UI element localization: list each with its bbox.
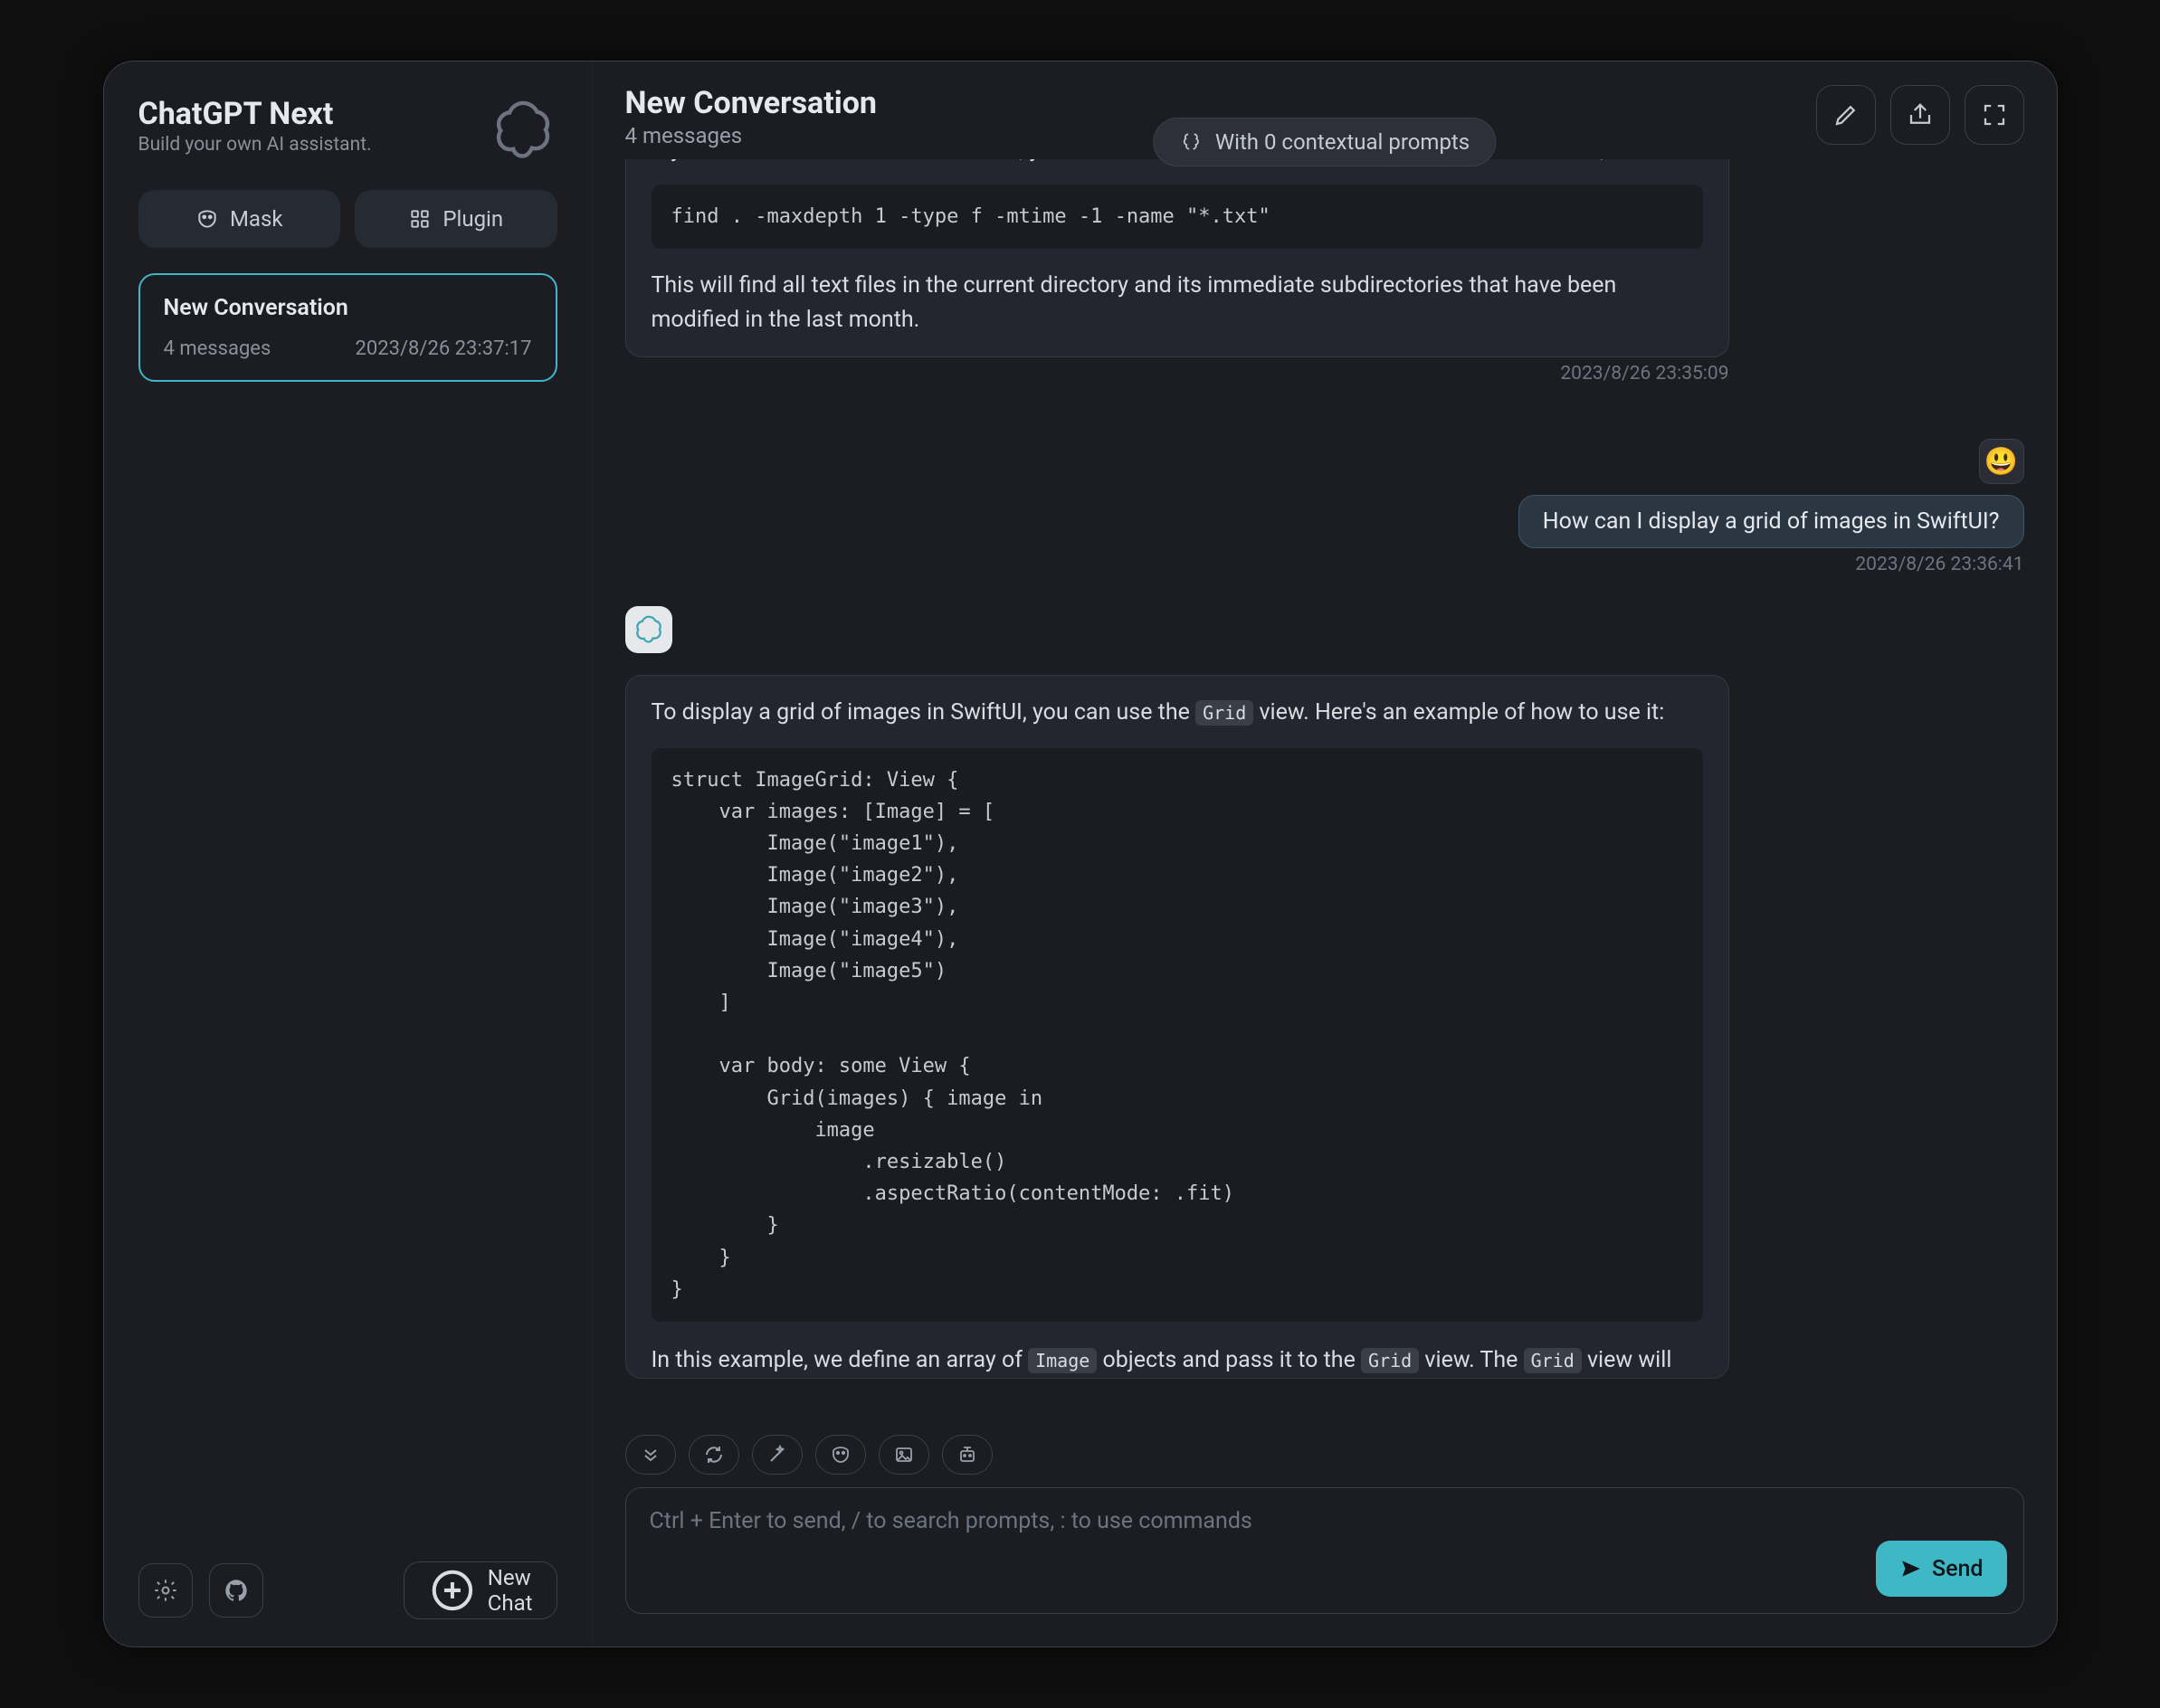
top-bar: New Conversation 4 messages With 0 conte…	[593, 62, 2057, 159]
conversation-timestamp: 2023/8/26 23:37:17	[355, 337, 531, 360]
app-title: ChatGPT Next	[138, 96, 372, 132]
app-window: ChatGPT Next Build your own AI assistant…	[103, 61, 2058, 1647]
github-button[interactable]	[209, 1563, 263, 1618]
text-fragment: In this example, we define an array of	[652, 1347, 1029, 1373]
openai-logo-icon	[633, 613, 665, 646]
send-label: Send	[1932, 1556, 1984, 1582]
chat-subtitle: 4 messages	[625, 123, 878, 148]
plugin-button[interactable]: Plugin	[355, 190, 557, 248]
conversation-meta: 4 messages 2023/8/26 23:37:17	[164, 337, 532, 360]
magic-wand-icon	[766, 1444, 788, 1466]
composer: Send	[625, 1487, 2024, 1614]
text-fragment: view. Here's an example of how to use it…	[1253, 699, 1664, 726]
send-button[interactable]: Send	[1876, 1541, 2007, 1597]
mask-button[interactable]: Mask	[138, 190, 341, 248]
mask-icon	[830, 1444, 852, 1466]
message-input[interactable]	[650, 1508, 2000, 1561]
message-timestamp: 2023/8/26 23:36:41	[625, 554, 2024, 575]
message-timestamp: 2023/8/26 23:35:09	[625, 363, 1729, 384]
gear-icon	[153, 1578, 178, 1603]
github-icon	[224, 1578, 249, 1603]
text-fragment: view. The	[1419, 1347, 1523, 1373]
chat-title: New Conversation	[625, 85, 878, 121]
inline-code: Grid	[1361, 1348, 1419, 1373]
sidebar-header: ChatGPT Next Build your own AI assistant…	[138, 96, 557, 165]
assistant-message-1: This command will list all text files in…	[625, 159, 2024, 384]
plugin-label: Plugin	[442, 206, 503, 232]
mask-tool-button[interactable]	[815, 1435, 866, 1475]
assistant-text: To display a grid of images in SwiftUI, …	[652, 696, 1703, 730]
text-fragment: view will	[1582, 1347, 1672, 1373]
messages-area[interactable]: This command will list all text files in…	[593, 159, 2057, 1435]
app-subtitle: Build your own AI assistant.	[138, 134, 372, 156]
inline-code: Grid	[1195, 700, 1253, 726]
image-button[interactable]	[879, 1435, 929, 1475]
plus-circle-icon	[428, 1566, 477, 1615]
inline-code: Image	[1028, 1348, 1097, 1373]
edit-button[interactable]	[1816, 85, 1876, 145]
conversation-msg-count: 4 messages	[164, 337, 271, 360]
new-chat-button[interactable]: New Chat	[404, 1561, 557, 1619]
share-icon	[1907, 101, 1934, 128]
sidebar: ChatGPT Next Build your own AI assistant…	[104, 62, 593, 1646]
sidebar-footer: New Chat	[138, 1561, 557, 1619]
conversation-title: New Conversation	[164, 295, 532, 321]
messages-scroll: This command will list all text files in…	[625, 159, 2024, 1379]
send-icon	[1899, 1557, 1923, 1580]
user-message[interactable]: How can I display a grid of images in Sw…	[1518, 495, 2024, 548]
sidebar-tabs: Mask Plugin	[138, 190, 557, 248]
composer-toolbar	[625, 1435, 2024, 1475]
mask-label: Mask	[230, 206, 283, 232]
user-avatar: 😃	[1979, 439, 2024, 484]
code-block[interactable]: struct ImageGrid: View { var images: [Im…	[652, 748, 1703, 1322]
brain-icon	[1179, 130, 1203, 154]
share-button[interactable]	[1890, 85, 1950, 145]
app-branding: ChatGPT Next Build your own AI assistant…	[138, 96, 372, 156]
composer-section: Send	[593, 1435, 2057, 1646]
mask-icon	[195, 207, 219, 231]
text-line: e command, like this:	[1480, 159, 1692, 163]
text-line: If you want to exclude subdirectories, y…	[652, 159, 1126, 163]
image-icon	[893, 1444, 915, 1466]
main-panel: New Conversation 4 messages With 0 conte…	[593, 62, 2057, 1646]
inline-code: Grid	[1524, 1348, 1582, 1373]
double-chevron-down-icon	[640, 1444, 661, 1466]
robot-icon	[956, 1444, 978, 1466]
settings-button[interactable]	[138, 1563, 193, 1618]
scroll-down-button[interactable]	[625, 1435, 676, 1475]
assistant-text-truncated: In this example, we define an array of I…	[652, 1343, 1703, 1378]
assistant-avatar	[625, 606, 672, 653]
robot-button[interactable]	[942, 1435, 993, 1475]
pencil-icon	[1832, 101, 1860, 128]
new-chat-label: New Chat	[488, 1565, 533, 1616]
context-prompt-text: With 0 contextual prompts	[1215, 129, 1470, 155]
magic-button[interactable]	[752, 1435, 803, 1475]
plugin-icon	[408, 207, 432, 231]
expand-button[interactable]	[1965, 85, 2024, 145]
footer-icons	[138, 1563, 263, 1618]
text-fragment: To display a grid of images in SwiftUI, …	[652, 699, 1196, 726]
openai-logo-icon	[489, 96, 557, 165]
assistant-bubble: To display a grid of images in SwiftUI, …	[625, 675, 1729, 1379]
assistant-text: This will find all text files in the cur…	[652, 269, 1703, 337]
chat-heading: New Conversation 4 messages	[625, 85, 878, 148]
conversation-card[interactable]: New Conversation 4 messages 2023/8/26 23…	[138, 273, 557, 382]
assistant-message-2: To display a grid of images in SwiftUI, …	[625, 675, 2024, 1379]
top-actions	[1816, 85, 2024, 145]
expand-icon	[1981, 101, 2008, 128]
context-prompt-pill[interactable]: With 0 contextual prompts	[1153, 118, 1496, 166]
refresh-icon	[703, 1444, 725, 1466]
refresh-button[interactable]	[689, 1435, 739, 1475]
assistant-bubble: This command will list all text files in…	[625, 159, 1729, 357]
text-fragment: objects and pass it to the	[1097, 1347, 1361, 1373]
code-block[interactable]: find . -maxdepth 1 -type f -mtime -1 -na…	[652, 185, 1703, 249]
